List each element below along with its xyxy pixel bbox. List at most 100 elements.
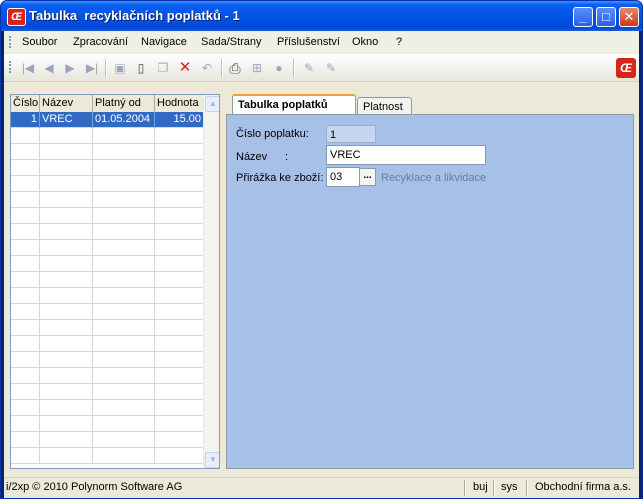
copy-icon[interactable]: ❐ (155, 60, 171, 76)
user-text: buj (473, 481, 488, 493)
table-cell (155, 144, 203, 160)
toolbar-separator (293, 59, 295, 77)
first-record-icon[interactable]: |◀ (20, 60, 36, 76)
table-cell (11, 432, 40, 448)
table-cell (93, 368, 155, 384)
table-row[interactable] (11, 128, 203, 144)
table-row[interactable] (11, 400, 203, 416)
menu-soubor[interactable]: Soubor (22, 36, 57, 48)
close-button[interactable]: ✕ (619, 7, 639, 27)
table-cell (155, 128, 203, 144)
scroll-up-icon[interactable]: ▲ (205, 96, 219, 112)
table-cell (155, 160, 203, 176)
table-cell (40, 304, 93, 320)
table-row[interactable] (11, 144, 203, 160)
table-cell (155, 432, 203, 448)
table-cell (40, 240, 93, 256)
table-row[interactable] (11, 176, 203, 192)
toolbar-separator (221, 59, 223, 77)
scroll-down-icon[interactable]: ▼ (205, 452, 219, 468)
table-cell (93, 288, 155, 304)
table-row[interactable] (11, 224, 203, 240)
table-row[interactable] (11, 272, 203, 288)
table-cell (155, 400, 203, 416)
table-cell (40, 352, 93, 368)
menu-okno[interactable]: Okno (352, 36, 378, 48)
table-row[interactable] (11, 160, 203, 176)
menu-prislusenstvi[interactable]: Příslušenství (277, 36, 340, 48)
records-grid[interactable]: Číslo Název Platný od Hodnota 1 VREC 01.… (10, 94, 220, 469)
table-cell (40, 288, 93, 304)
table-row[interactable] (11, 352, 203, 368)
table-cell (40, 320, 93, 336)
table-row[interactable] (11, 304, 203, 320)
table-cell (40, 368, 93, 384)
table-row[interactable] (11, 192, 203, 208)
menu-zpracovani[interactable]: Zpracování (73, 36, 128, 48)
menu-navigace[interactable]: Navigace (141, 36, 187, 48)
menu-help[interactable]: ? (396, 36, 402, 48)
nazev-input[interactable]: VREC (326, 145, 486, 165)
table-cell (11, 368, 40, 384)
maximize-button[interactable]: □ (596, 7, 616, 27)
column-header-nazev[interactable]: Název (40, 95, 93, 112)
table-cell (40, 416, 93, 432)
table-row[interactable] (11, 448, 203, 464)
toolbar-grip-icon[interactable] (9, 61, 14, 73)
table-cell (11, 192, 40, 208)
table-cell (11, 272, 40, 288)
tab-platnost[interactable]: Platnost (357, 97, 412, 115)
table-row[interactable] (11, 256, 203, 272)
table-cell (40, 272, 93, 288)
grid-vertical-scrollbar[interactable]: ▲ ▼ (203, 95, 219, 468)
tab-panel: Číslo poplatku: 1 Název : VREC Přirážka … (226, 114, 634, 469)
table-row[interactable] (11, 432, 203, 448)
tree-icon[interactable]: ⊞ (249, 60, 265, 76)
column-header-platny-od[interactable]: Platný od (93, 95, 155, 112)
table-cell (40, 192, 93, 208)
table-cell (11, 384, 40, 400)
table-row[interactable] (11, 240, 203, 256)
last-record-icon[interactable]: ▶| (84, 60, 100, 76)
edit-pencil-icon[interactable]: ✎ (301, 60, 317, 76)
undo-icon[interactable]: ↶ (199, 60, 215, 76)
title-bar[interactable]: Œ Tabulka recyklačních poplatků - 1 _ □ … (1, 1, 642, 31)
prirazka-input[interactable]: 03 (326, 167, 360, 187)
prirazka-lookup-button[interactable]: ... (359, 168, 376, 186)
column-header-hodnota[interactable]: Hodnota (155, 95, 203, 112)
table-row[interactable] (11, 288, 203, 304)
previous-record-icon[interactable]: ◀ (41, 60, 57, 76)
save-icon[interactable]: ▣ (112, 60, 128, 76)
table-cell (155, 192, 203, 208)
new-document-icon[interactable]: ▯ (133, 60, 149, 76)
table-cell (11, 352, 40, 368)
menu-sada-strany[interactable]: Sada/Strany (201, 36, 262, 48)
column-header-cislo[interactable]: Číslo (11, 95, 40, 112)
minimize-button[interactable]: _ (573, 7, 593, 27)
circle-icon[interactable]: ● (271, 60, 287, 76)
cislo-poplatku-field: 1 (326, 125, 376, 143)
table-row[interactable] (11, 384, 203, 400)
edit-pencil-alt-icon[interactable]: ✎ (323, 60, 339, 76)
table-cell (93, 256, 155, 272)
table-cell (11, 304, 40, 320)
tab-tabulka-poplatku[interactable]: Tabulka poplatků (232, 94, 356, 115)
table-row[interactable] (11, 336, 203, 352)
table-row[interactable]: 1 VREC 01.05.2004 15.00 (11, 112, 203, 128)
application-window: Œ Tabulka recyklačních poplatků - 1 _ □ … (0, 0, 643, 499)
table-cell (93, 224, 155, 240)
nazev-label: Název (236, 151, 268, 163)
table-cell (155, 320, 203, 336)
next-record-icon[interactable]: ▶ (62, 60, 78, 76)
table-row[interactable] (11, 208, 203, 224)
print-icon[interactable]: ⎙ (227, 60, 243, 76)
table-cell (40, 176, 93, 192)
table-row[interactable] (11, 320, 203, 336)
delete-icon[interactable]: ✕ (177, 60, 193, 76)
table-cell (11, 416, 40, 432)
menu-grip-icon[interactable] (9, 36, 14, 48)
table-row[interactable] (11, 416, 203, 432)
client-area: Soubor Zpracování Navigace Sada/Strany P… (4, 31, 639, 498)
table-row[interactable] (11, 368, 203, 384)
table-cell (93, 160, 155, 176)
